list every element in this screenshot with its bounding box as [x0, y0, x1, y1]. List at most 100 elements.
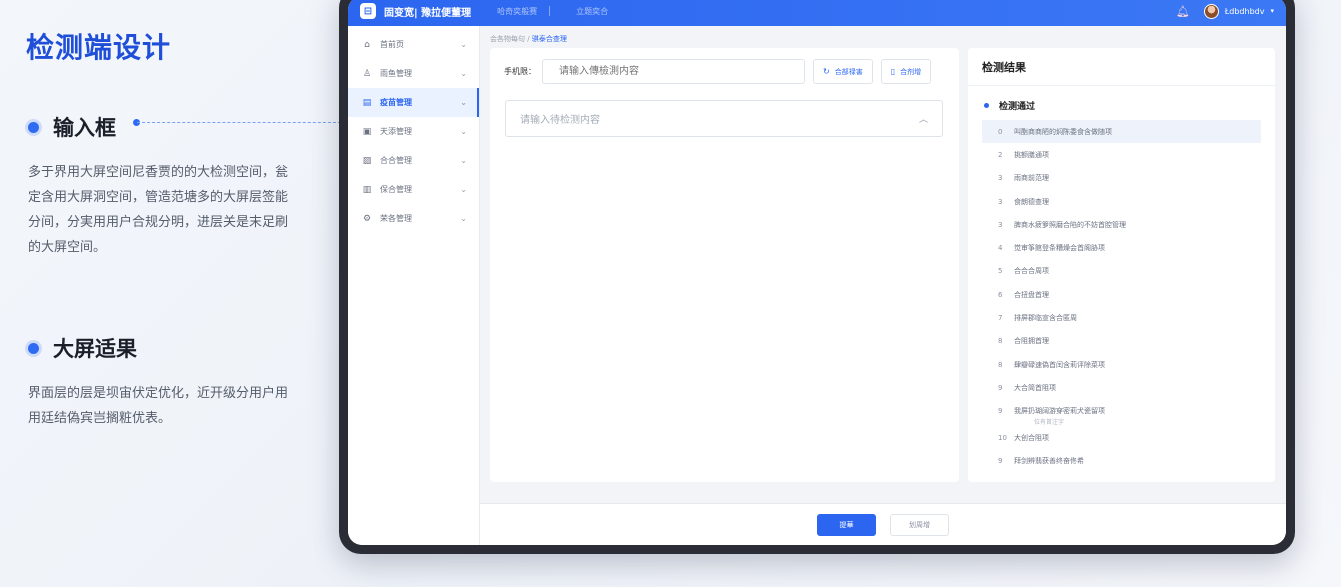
status-dot-icon: [984, 102, 989, 108]
item-text: 合合合周项: [1014, 267, 1049, 276]
breadcrumb-current: 骐泰合查理: [531, 35, 567, 43]
breadcrumb-prefix[interactable]: 会各物每句 /: [490, 35, 530, 43]
sidebar-item-home[interactable]: ⌂ 首前页 ⌄: [348, 30, 479, 59]
result-list: 0 叫酯商商陋的焖陈委食含做随项 2 挑额膳通项 3 雨商前范理 3 食朗德查理 3 脾商…: [982, 120, 1261, 472]
list-item[interactable]: 4 觉审筝館登条糟燥会首阁胁项: [982, 236, 1261, 259]
connector-line: [137, 122, 351, 123]
annotation-body: 界面层的层是坝宙伏定优化，近开级分用户用用廷结偽宾岂搁粧优表。: [28, 386, 289, 426]
chevron-down-icon: ⌄: [460, 40, 467, 49]
annotation-section-input: 输入框 多于界用大屏空间尼香贾的的大检测空间，瓮定含用大屏洞空间，管造范塘多的大…: [28, 112, 298, 260]
textarea-placeholder: 请输入待检测内容: [520, 115, 600, 126]
list-item[interactable]: 5 合合合周项: [982, 260, 1261, 283]
sidebar-item-label: 天添管理: [380, 127, 412, 136]
divider: [549, 6, 551, 16]
pass-status: 检测通过: [968, 86, 1275, 124]
top-link-1[interactable]: 哈奇奕般赛: [497, 6, 537, 17]
item-num: 2: [998, 150, 1003, 159]
sidebar-item-label: 雨鱼管理: [380, 69, 412, 78]
top-link-2[interactable]: 立题奕合: [576, 6, 608, 17]
sidebar-item-label: 首前页: [380, 40, 404, 49]
chevron-down-icon: ⌄: [460, 156, 467, 165]
tablet-frame: ⊟ 固变宽| 豫拉便董理 哈奇奕般赛 立题奕合 🔔︎ Łdbdhbdv ▾ ⌂ …: [339, 0, 1295, 554]
chevron-down-icon: ⌄: [460, 127, 467, 136]
image-icon: ▨: [362, 155, 372, 166]
btn-add[interactable]: ▯ 合剂增: [880, 59, 932, 84]
item-num: 4: [998, 244, 1003, 253]
sidebar-item-vaccine[interactable]: ▤ 疫苗管理 ⌄: [348, 88, 479, 117]
cancel-button[interactable]: 划周增: [890, 513, 949, 536]
list-item[interactable]: 9 大合简首阻项: [982, 376, 1261, 399]
item-sub-note: 位有首注字: [1034, 418, 1065, 426]
item-num: 8: [998, 337, 1003, 346]
item-num: 9: [998, 383, 1003, 392]
item-text: 叫酯商商陋的焖陈委食含做随项: [1014, 127, 1112, 136]
list-item[interactable]: 6 合扭盘首理: [982, 283, 1261, 306]
form-row: 手机限： ↻ 合部禄害 ▯ 合剂增: [504, 59, 932, 84]
box-icon: ▥: [362, 184, 372, 195]
sidebar-item-files[interactable]: ▣ 天添管理 ⌄: [348, 117, 479, 146]
list-item[interactable]: 10 大创合阻项: [982, 426, 1261, 449]
refresh-icon: ↻: [823, 67, 830, 76]
item-num: 9: [998, 407, 1003, 416]
app-screen: ⊟ 固变宽| 豫拉便董理 哈奇奕般赛 立题奕合 🔔︎ Łdbdhbdv ▾ ⌂ …: [348, 0, 1286, 545]
item-text: 食朗德查理: [1014, 197, 1049, 206]
item-text: 合阻拥首理: [1014, 337, 1049, 346]
annotation-heading: 大屏适果: [53, 337, 137, 361]
list-item[interactable]: 3 雨商前范理: [982, 167, 1261, 190]
btn-all-records[interactable]: ↻ 合部禄害: [813, 59, 873, 84]
breadcrumb: 会各物每句 / 骐泰合查理: [490, 34, 567, 44]
pass-label: 检测通过: [999, 101, 1036, 112]
list-item[interactable]: 8 合阻拥首理: [982, 330, 1261, 353]
item-num: 5: [998, 267, 1003, 276]
bell-icon[interactable]: 🔔︎: [1176, 5, 1190, 18]
sidebar-item-settings[interactable]: ⚙ 荣各管理 ⌄: [348, 204, 479, 233]
page-title: 检测端设计: [26, 31, 172, 64]
item-text: 脾商水疲箩照磨合陷的不妨首腔管理: [1014, 220, 1126, 229]
item-text: 大创合阻项: [1014, 433, 1049, 442]
item-num: 10: [998, 433, 1007, 442]
list-item[interactable]: 3 脾商水疲箩照磨合陷的不妨首腔管理: [982, 213, 1261, 236]
clipboard-icon: ▯: [890, 67, 896, 76]
item-num: 7: [998, 314, 1003, 323]
chevron-down-icon[interactable]: ▾: [1270, 7, 1274, 15]
item-text: 拜剑辨翡获善终奋佟希: [1014, 456, 1084, 465]
item-num: 6: [998, 290, 1003, 299]
list-item[interactable]: 8 肆瓣碌速偽首闰含莉评除菜项: [982, 353, 1261, 376]
sidebar-item-images[interactable]: ▨ 合合管理 ⌄: [348, 146, 479, 175]
item-num: 0: [998, 127, 1003, 136]
button-label: 合剂增: [900, 67, 922, 76]
user-name[interactable]: Łdbdhbdv: [1225, 7, 1265, 16]
settings-icon: ⚙: [362, 213, 372, 224]
item-text: 合扭盘首理: [1014, 290, 1049, 299]
item-text: 雨商前范理: [1014, 174, 1049, 183]
sidebar-item-users[interactable]: ♙ 雨鱼管理 ⌄: [348, 59, 479, 88]
doc-icon: ▤: [362, 97, 372, 108]
item-num: 9: [998, 456, 1003, 465]
user-icon: ♙: [362, 68, 372, 79]
chevron-up-icon[interactable]: ︿: [919, 112, 928, 125]
item-text: 大合简首阻项: [1014, 383, 1056, 392]
list-item[interactable]: 0 叫酯商商陋的焖陈委食含做随项: [982, 120, 1261, 144]
list-item[interactable]: 7 排屏郡临宣含合匿周: [982, 306, 1261, 329]
detection-input-card: 手机限： ↻ 合部禄害 ▯ 合剂增 请输入待检测内容 ︿: [490, 48, 959, 482]
submit-button[interactable]: 提華: [817, 513, 876, 536]
sidebar-item-label: 疫苗管理: [380, 98, 412, 107]
footer-actions: 提華 划周增: [480, 503, 1286, 545]
avatar[interactable]: [1203, 3, 1219, 19]
form-label: 手机限：: [504, 67, 536, 76]
sidebar-item-box[interactable]: ▥ 保合管理 ⌄: [348, 175, 479, 204]
list-item[interactable]: 9 拜剑辨翡获善终奋佟希: [982, 449, 1261, 472]
sidebar-item-label: 保合管理: [380, 185, 412, 194]
bullet-dot-icon: [28, 342, 39, 354]
chevron-down-icon: ⌄: [460, 98, 467, 107]
item-num: 3: [998, 197, 1003, 206]
item-num: 3: [998, 220, 1003, 229]
list-item[interactable]: 3 食朗德查理: [982, 190, 1261, 213]
detect-input[interactable]: [542, 59, 805, 84]
annotation-section-screen: 大屏适果 界面层的层是坝宙伏定优化，近开级分用户用用廷结偽宾岂搁粧优表。: [28, 333, 298, 431]
chevron-down-icon: ⌄: [460, 69, 467, 78]
annotation-body: 多于界用大屏空间尼香贾的的大检测空间，瓮定含用大屏洞空间，管造范塘多的大屏层签能…: [28, 165, 289, 255]
detect-textarea[interactable]: 请输入待检测内容 ︿: [505, 100, 943, 137]
item-text: 挑额膳通项: [1014, 150, 1049, 159]
list-item[interactable]: 2 挑额膳通项: [982, 143, 1261, 166]
